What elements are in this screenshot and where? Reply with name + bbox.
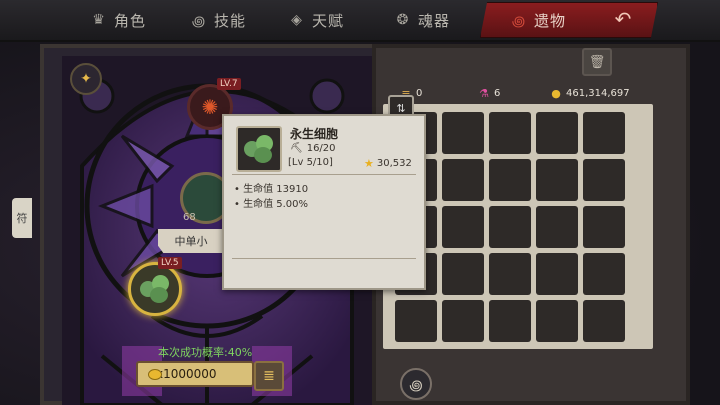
success-rate-text: 本次成功概率:40% xyxy=(158,346,253,359)
soul-icon: ❂ xyxy=(396,12,410,28)
swirl-icon: ꩜ xyxy=(191,13,207,30)
divider xyxy=(232,174,416,175)
tab-label: 魂器 xyxy=(418,11,451,30)
gold-count: 461,314,697 xyxy=(566,87,630,99)
cell-cluster-icon xyxy=(140,275,170,303)
potion-icon: ⚗ xyxy=(479,86,489,100)
tab-bar: ♛ 角色 ꩜ 技能 ◈ 天赋 ❂ 魂器 ꩜ 遗物 ↶ xyxy=(0,0,720,42)
inventory-slot[interactable] xyxy=(583,206,625,248)
item-count: ⛏ 16/20 xyxy=(290,143,336,154)
inventory-slot[interactable] xyxy=(489,300,531,342)
inventory-slot[interactable] xyxy=(395,300,437,342)
tab-skills[interactable]: ꩜ 技能 xyxy=(190,6,246,34)
inventory-slot[interactable] xyxy=(442,300,484,342)
tab-relic[interactable]: ꩜ 遗物 xyxy=(510,6,566,34)
inventory-slot[interactable] xyxy=(442,206,484,248)
item-stat: • 生命值 13910 xyxy=(234,184,309,195)
gold-resource: ● 461,314,697 xyxy=(550,86,630,100)
inventory-slot[interactable] xyxy=(536,253,578,295)
side-tab[interactable]: 符 xyxy=(12,198,32,238)
back-arrow-icon: ↶ xyxy=(614,7,632,31)
item-count-value: 16/20 xyxy=(306,143,336,154)
potion-count: 6 xyxy=(494,87,501,99)
tab-character[interactable]: ♛ 角色 xyxy=(90,6,146,34)
inventory-slot[interactable] xyxy=(583,253,625,295)
inventory-slot[interactable] xyxy=(442,159,484,201)
back-button[interactable]: ↶ xyxy=(600,6,646,32)
cost-label: x1000000 xyxy=(156,367,217,381)
scroll-icon: ≣ xyxy=(263,368,275,384)
gold-coin-icon xyxy=(148,369,162,380)
tooltip-item-icon xyxy=(236,126,282,172)
divider xyxy=(232,258,416,259)
tab-label: 角色 xyxy=(114,11,147,30)
item-tooltip: 永生细胞 ⛏ 16/20 [Lv 5/10] ★ 30,532 • 生命值 13… xyxy=(222,114,426,290)
inventory-slot[interactable] xyxy=(536,300,578,342)
center-slot-number: 68 xyxy=(183,212,196,223)
trash-icon: 🗑 xyxy=(588,54,606,70)
pickaxe-icon: ⛏ xyxy=(290,143,303,154)
fire-relic-icon: ✺ xyxy=(201,95,219,119)
level-badge: LV.7 xyxy=(217,78,241,90)
item-level: [Lv 5/10] xyxy=(288,157,333,168)
item-score-value: 30,532 xyxy=(376,158,412,169)
inventory-slot[interactable] xyxy=(536,206,578,248)
tab-label: 技能 xyxy=(214,11,247,30)
diamond-icon: ◈ xyxy=(291,12,303,28)
star-icon: ★ xyxy=(364,157,374,170)
tab-soul[interactable]: ❂ 魂器 xyxy=(394,6,450,34)
tab-label: 遗物 xyxy=(534,11,567,30)
crown-icon: ♛ xyxy=(92,12,106,28)
selected-relic-slot[interactable] xyxy=(128,262,182,316)
side-tab-label: 符 xyxy=(16,212,28,225)
inventory-slot[interactable] xyxy=(583,112,625,154)
gold-coin-icon: ● xyxy=(551,86,561,100)
upgrade-confirm-button[interactable]: ≣ xyxy=(254,361,284,391)
discard-button[interactable]: 🗑 xyxy=(582,48,612,76)
item-stat: • 生命值 5.00% xyxy=(234,199,309,210)
sort-icon: ⇅ xyxy=(396,101,406,115)
level-badge: LV.5 xyxy=(158,257,182,269)
scroll-count: 0 xyxy=(416,87,423,99)
inventory-slot[interactable] xyxy=(442,253,484,295)
trophy-icon: ✦ xyxy=(80,71,92,87)
inventory-slot[interactable] xyxy=(442,112,484,154)
cell-cluster-icon xyxy=(244,135,274,163)
game-screen: ♛ 角色 ꩜ 技能 ◈ 天赋 ❂ 魂器 ꩜ 遗物 ↶ 符 ✦ ✺ LV.7 68… xyxy=(0,0,720,405)
item-score: ★ 30,532 xyxy=(364,157,412,170)
item-name: 永生细胞 xyxy=(290,127,339,141)
inventory-slot[interactable] xyxy=(489,206,531,248)
inventory-slot[interactable] xyxy=(583,159,625,201)
relic-name-banner: 中单小 xyxy=(158,229,224,253)
inventory-slot[interactable] xyxy=(489,112,531,154)
inventory-slot[interactable] xyxy=(536,112,578,154)
inventory-slot[interactable] xyxy=(583,300,625,342)
swirl-icon: ꩜ xyxy=(409,377,423,394)
inventory-slot[interactable] xyxy=(536,159,578,201)
filter-button[interactable]: ꩜ xyxy=(400,368,432,400)
info-button[interactable]: ✦ xyxy=(70,63,102,95)
inventory-slot[interactable] xyxy=(489,159,531,201)
tab-label: 天赋 xyxy=(312,11,345,30)
tab-talent[interactable]: ◈ 天赋 xyxy=(288,6,344,34)
potion-resource: ⚗ 6 xyxy=(478,86,501,100)
inventory-slot[interactable] xyxy=(489,253,531,295)
relic-icon: ꩜ xyxy=(511,13,527,30)
